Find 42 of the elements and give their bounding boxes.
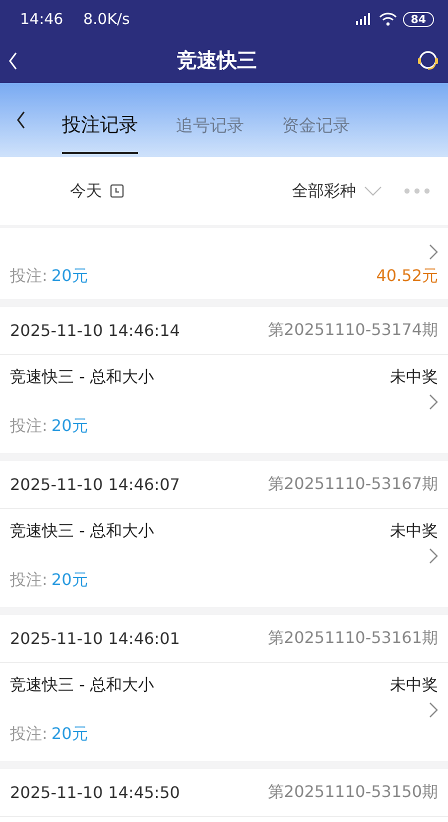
result-status: 未中奖: [390, 521, 438, 542]
bet-amount: 20元: [51, 570, 88, 589]
bet-time: 2025-11-10 14:46:14: [10, 321, 180, 340]
record-card[interactable]: 2025-11-10 14:46:14 第20251110-53174期 竞速快三 - 总和大小 未中奖 投注: 20元: [0, 307, 448, 453]
payout-amount: 40.52元: [376, 266, 438, 287]
bet-title: 竞速快三 - 总和大小: [10, 367, 154, 388]
bet-title: 竞速快三 - 总和大小: [10, 521, 154, 542]
bet-amount: 20元: [51, 724, 88, 743]
chevron-right-icon: [429, 244, 438, 260]
bet-title: 竞速快三 - 总和大小: [10, 675, 154, 696]
chevron-right-icon: [429, 702, 438, 718]
lottery-filter[interactable]: 全部彩种: [292, 180, 356, 202]
bet-amount: 20元: [51, 416, 88, 435]
bet-time: 2025-11-10 14:46:01: [10, 629, 180, 648]
bet-label: 投注:: [10, 570, 48, 589]
chevron-right-icon: [429, 548, 438, 564]
record-card[interactable]: 2025-11-10 14:46:01 第20251110-53161期 竞速快三 - 总和大小 未中奖 投注: 20元: [0, 615, 448, 761]
back-icon[interactable]: [16, 111, 26, 129]
result-status: 未中奖: [390, 367, 438, 388]
period-number: 第20251110-53150期: [268, 782, 438, 803]
bet-time: 2025-11-10 14:46:07: [10, 475, 180, 494]
battery-level: 84: [402, 12, 434, 26]
period-number: 第20251110-53167期: [268, 474, 438, 495]
result-status: 未中奖: [390, 675, 438, 696]
record-card[interactable]: 2025-11-10 14:46:07 第20251110-53167期 竞速快三 - 总和大小 未中奖 投注: 20元: [0, 461, 448, 607]
bet-label: 投注:: [10, 724, 48, 743]
record-card[interactable]: 2025-11-10 14:45:50 第20251110-53150期: [0, 769, 448, 822]
chevron-right-icon: [429, 394, 438, 410]
bet-label: 投注:: [10, 266, 48, 285]
tab[interactable]: 投注记录: [62, 98, 138, 154]
signal-icon: [354, 13, 373, 25]
status-time: 14:46: [20, 10, 64, 28]
bet-label: 投注:: [10, 416, 48, 435]
wifi-icon: [378, 12, 397, 26]
page-title: 竞速快三: [177, 47, 257, 74]
network-speed: 8.0K/s: [83, 10, 130, 28]
headset-icon[interactable]: [416, 48, 440, 72]
bet-amount: 20元: [51, 266, 88, 285]
period-number: 第20251110-53161期: [268, 628, 438, 649]
bet-time: 2025-11-10 14:45:50: [10, 783, 180, 802]
period-number: 第20251110-53174期: [268, 320, 438, 341]
date-filter[interactable]: 今天: [70, 180, 102, 202]
